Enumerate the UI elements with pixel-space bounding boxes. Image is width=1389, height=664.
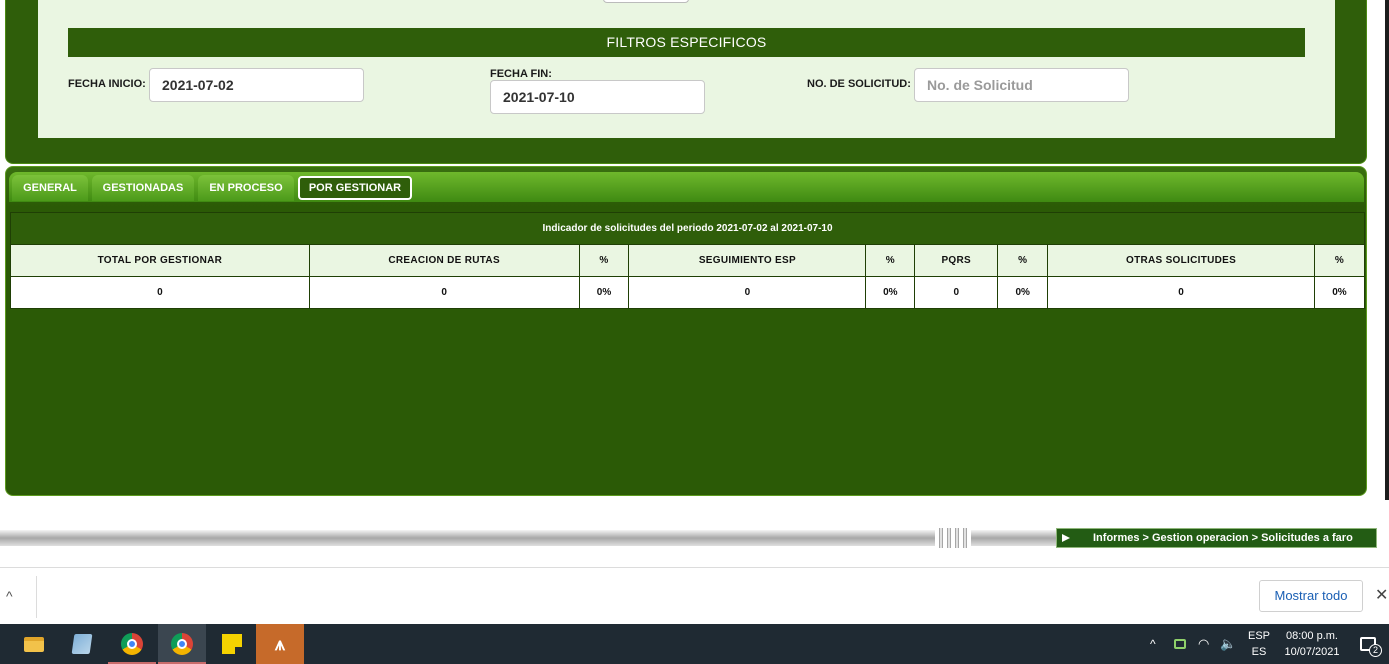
status-bar-left xyxy=(0,530,935,546)
col-header-percent: % xyxy=(997,244,1049,277)
tray-overflow-icon[interactable]: ^ xyxy=(1150,624,1156,664)
col-header-percent: % xyxy=(865,244,916,277)
table-cell: 0% xyxy=(997,276,1049,309)
fecha-inicio-input[interactable]: 2021-07-02 xyxy=(149,68,364,102)
col-header-pqrs: PQRS xyxy=(914,244,999,277)
wifi-icon[interactable]: ◠ xyxy=(1198,624,1209,664)
table-header-row: TOTAL POR GESTIONAR CREACION DE RUTAS % … xyxy=(10,244,1366,277)
downloads-bar: ^ Mostrar todo ✕ xyxy=(0,567,1389,624)
language-top: ESP xyxy=(1247,630,1270,642)
tab-bar: GENERAL GESTIONADAS EN PROCESO POR GESTI… xyxy=(9,172,1364,202)
custom-app-icon[interactable]: ⩚ xyxy=(256,624,304,664)
clock-time: 08:00 p.m. xyxy=(1286,630,1338,642)
chrome-profile-icon[interactable] xyxy=(158,624,206,664)
tab-general[interactable]: GENERAL xyxy=(12,175,88,201)
close-icon[interactable]: ✕ xyxy=(1375,585,1388,605)
col-header-percent: % xyxy=(1313,244,1366,277)
table-row: 0 0 0% 0 0% 0 0% 0 0% xyxy=(10,276,1366,309)
play-arrow-icon xyxy=(1062,534,1070,542)
chevron-up-icon[interactable]: ^ xyxy=(6,588,13,604)
filters-header: FILTROS ESPECIFICOS xyxy=(68,28,1305,57)
tab-gestionadas[interactable]: GESTIONADAS xyxy=(92,175,194,201)
table-cell: 0 xyxy=(914,276,999,309)
divider xyxy=(36,576,37,618)
col-header-seguimiento: SEGUIMIENTO ESP xyxy=(628,244,867,277)
clock[interactable]: 08:00 p.m. 10/07/2021 xyxy=(1280,624,1344,664)
table-cell: 0 xyxy=(10,276,310,309)
fecha-fin-input[interactable]: 2021-07-10 xyxy=(490,80,705,114)
breadcrumb-text: Informes > Gestion operacion > Solicitud… xyxy=(1093,532,1353,544)
table-cell: 0% xyxy=(865,276,916,309)
solicitud-input[interactable]: No. de Solicitud xyxy=(914,68,1129,102)
col-header-total: TOTAL POR GESTIONAR xyxy=(10,244,310,277)
clock-date: 10/07/2021 xyxy=(1284,646,1340,658)
col-header-creacion-rutas: CREACION DE RUTAS xyxy=(308,244,580,277)
tab-en-proceso[interactable]: EN PROCESO xyxy=(198,175,294,201)
table-cell: 0% xyxy=(1313,276,1366,309)
filters-box: FILTROS ESPECIFICOS FECHA INICIO: 2021-0… xyxy=(38,0,1335,138)
indicator-table: Indicador de solicitudes del periodo 202… xyxy=(10,212,1366,309)
solicitud-label: NO. DE SOLICITUD: xyxy=(807,78,911,90)
table-cell: 0 xyxy=(628,276,867,309)
chrome-icon[interactable] xyxy=(108,624,156,664)
top-control-stub[interactable] xyxy=(603,0,689,3)
breadcrumb: Informes > Gestion operacion > Solicitud… xyxy=(1056,528,1377,548)
taskbar: ⩚ ^ ◠ 🔈 ESP ES 08:00 p.m. 10/07/2021 2 xyxy=(0,624,1389,664)
table-cell: 0% xyxy=(578,276,630,309)
volume-icon[interactable]: 🔈 xyxy=(1220,624,1236,664)
indicator-title-row: Indicador de solicitudes del periodo 202… xyxy=(10,212,1365,245)
results-panel: GENERAL GESTIONADAS EN PROCESO POR GESTI… xyxy=(5,166,1367,496)
notification-center-icon[interactable]: 2 xyxy=(1356,624,1382,664)
col-header-otras: OTRAS SOLICITUDES xyxy=(1047,244,1315,277)
network-icon[interactable] xyxy=(1174,624,1188,664)
filters-panel: FILTROS ESPECIFICOS FECHA INICIO: 2021-0… xyxy=(5,0,1367,164)
table-cell: 0 xyxy=(308,276,580,309)
col-header-percent: % xyxy=(578,244,630,277)
language-bottom: ES xyxy=(1251,646,1267,658)
sticky-notes-icon[interactable] xyxy=(208,624,256,664)
indicator-title: Indicador de solicitudes del periodo 202… xyxy=(10,212,1365,245)
page-scrollbar[interactable] xyxy=(1385,0,1389,500)
tab-por-gestionar[interactable]: POR GESTIONAR xyxy=(298,176,412,200)
show-all-button[interactable]: Mostrar todo xyxy=(1259,580,1363,612)
resize-grip[interactable] xyxy=(935,528,971,548)
notes-icon[interactable] xyxy=(58,624,106,664)
notification-count: 2 xyxy=(1369,644,1382,657)
status-bar-mid xyxy=(971,530,1056,546)
fecha-inicio-label: FECHA INICIO: xyxy=(68,78,146,90)
file-explorer-icon[interactable] xyxy=(10,624,58,664)
fecha-fin-label: FECHA FIN: xyxy=(490,68,552,80)
status-strip: Informes > Gestion operacion > Solicitud… xyxy=(0,526,1389,550)
table-cell: 0 xyxy=(1047,276,1315,309)
language-indicator[interactable]: ESP ES xyxy=(1244,624,1274,664)
